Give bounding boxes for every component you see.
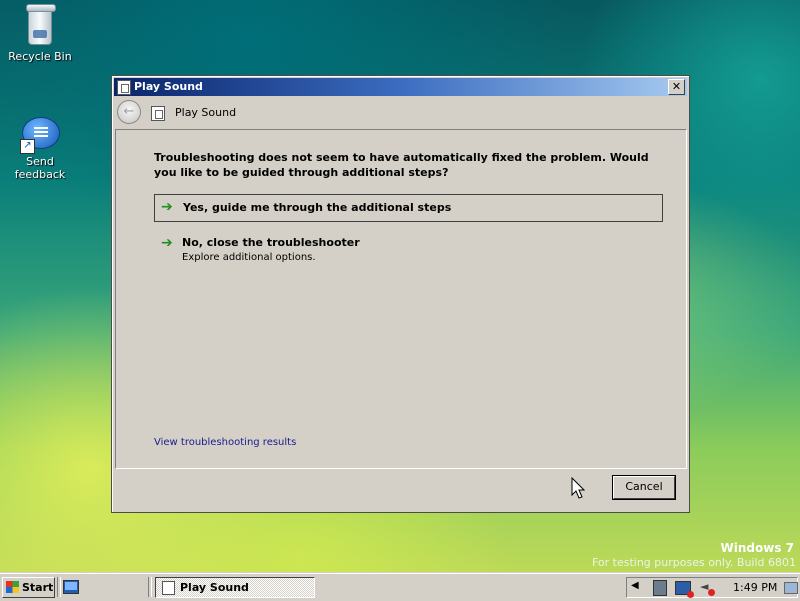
back-button[interactable]: ←: [117, 100, 141, 124]
prompt-text: Troubleshooting does not seem to have au…: [154, 151, 649, 179]
show-desktop-quicklaunch-icon[interactable]: [63, 580, 79, 594]
system-tray: ◀ ◄ 1:49 PM: [626, 577, 798, 598]
window-app-icon: [117, 80, 131, 95]
view-results-link[interactable]: View troubleshooting results: [154, 437, 296, 448]
close-icon: ✕: [671, 80, 682, 93]
window-title: Play Sound: [134, 80, 203, 93]
os-watermark-build: For testing purposes only. Build 6801: [591, 556, 796, 569]
window-app-icon: [162, 581, 175, 595]
show-desktop-button[interactable]: [784, 582, 798, 594]
recycle-bin-icon: [25, 2, 56, 46]
action-center-icon[interactable]: [653, 580, 667, 596]
feedback-bubble-icon: ↗: [20, 117, 60, 154]
option-description: Explore additional options.: [182, 252, 316, 263]
taskbar-separator: [148, 577, 152, 597]
green-arrow-icon: ➔: [161, 235, 173, 251]
green-arrow-icon: ➔: [161, 199, 173, 215]
taskbar-button-label: Play Sound: [180, 581, 249, 594]
start-label: Start: [22, 581, 54, 594]
start-button[interactable]: Start: [2, 577, 55, 598]
clock[interactable]: 1:49 PM: [733, 581, 777, 594]
volume-muted-icon[interactable]: ◄: [700, 581, 715, 596]
close-button[interactable]: ✕: [668, 79, 685, 95]
title-bar[interactable]: Play Sound ✕: [114, 78, 687, 96]
desktop-icon-label: Send feedback: [14, 155, 66, 181]
option-label: Yes, guide me through the additional ste…: [183, 201, 452, 214]
os-watermark-title: Windows 7: [720, 541, 794, 555]
taskbar-separator: [57, 577, 61, 597]
play-sound-dialog: Play Sound ✕ ← Play Sound Troubleshootin…: [111, 75, 690, 513]
desktop-icon-label: Recycle Bin: [8, 50, 72, 63]
taskbar-button-play-sound[interactable]: Play Sound: [155, 577, 315, 598]
windows-logo-icon: [6, 581, 19, 593]
tray-expand-icon[interactable]: ◀: [631, 580, 639, 591]
option-no-close[interactable]: ➔ No, close the troubleshooter Explore a…: [154, 234, 661, 268]
troubleshooter-icon: [151, 106, 165, 121]
taskbar: Start Play Sound ◀ ◄ 1:49 PM: [0, 573, 800, 601]
back-arrow-icon: ←: [123, 104, 135, 119]
cancel-button[interactable]: Cancel: [613, 476, 675, 499]
network-error-icon[interactable]: [675, 581, 694, 598]
desktop-icon-send-feedback[interactable]: ↗ Send feedback: [0, 117, 80, 181]
mouse-cursor-icon: [571, 477, 585, 499]
content-panel: Troubleshooting does not seem to have au…: [115, 129, 687, 469]
navigation-bar: ← Play Sound: [114, 97, 687, 129]
desktop-icon-recycle-bin[interactable]: Recycle Bin: [0, 2, 80, 63]
shortcut-arrow-icon: ↗: [20, 139, 35, 154]
option-yes-guide[interactable]: ➔ Yes, guide me through the additional s…: [154, 194, 663, 222]
option-label: No, close the troubleshooter: [182, 236, 360, 249]
nav-title: Play Sound: [175, 106, 237, 119]
